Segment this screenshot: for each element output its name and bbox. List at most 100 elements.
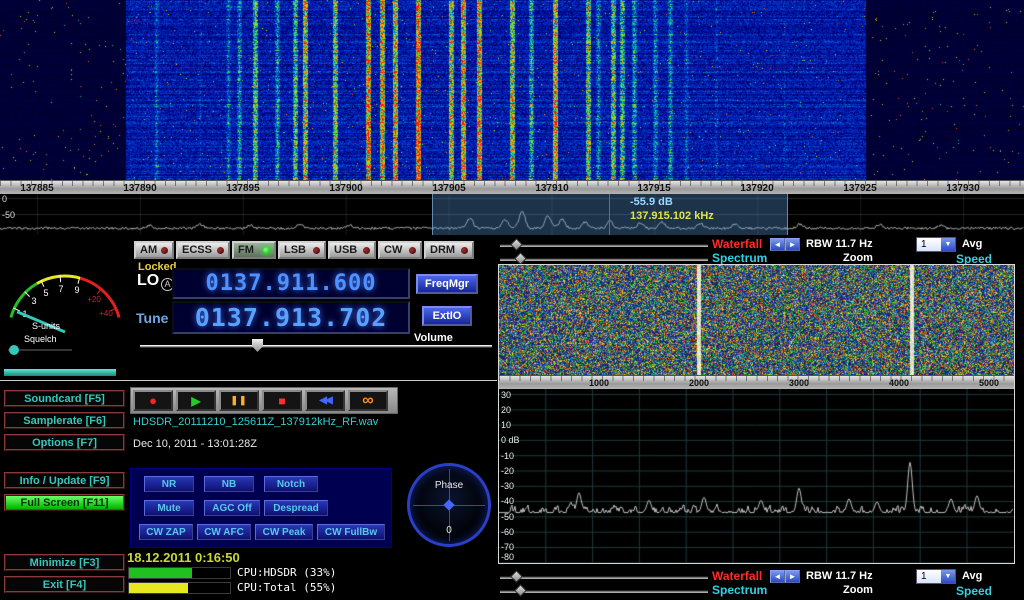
right-display-panel: 1000 2000 3000 4000 5000 30 20 10 0 dB -… bbox=[498, 264, 1015, 564]
audio-frequency-scale[interactable]: 1000 2000 3000 4000 5000 bbox=[499, 375, 1014, 389]
play-button[interactable]: ▶ bbox=[176, 390, 216, 411]
lo-frequency-display[interactable]: 0137.911.600 bbox=[172, 268, 410, 299]
audio-db-label: -50 bbox=[501, 512, 514, 522]
led-icon bbox=[313, 247, 320, 254]
zoom-slider-top[interactable] bbox=[500, 254, 708, 264]
slider-track bbox=[500, 576, 708, 579]
mode-button-ecss[interactable]: ECSS bbox=[176, 241, 230, 259]
dropdown-arrow-icon[interactable]: ▼ bbox=[941, 570, 955, 583]
cpu-hdsdr-bar bbox=[128, 567, 231, 579]
squelch-slider-handle[interactable] bbox=[9, 345, 19, 355]
mode-button-cw[interactable]: CW bbox=[378, 241, 422, 259]
audio-spectrum-display[interactable]: 30 20 10 0 dB -10 -20 -30 -40 -50 -60 -7… bbox=[499, 389, 1014, 563]
freq-scale-label: 137925 bbox=[830, 183, 890, 194]
mode-label: AM bbox=[140, 244, 157, 256]
mode-label: DRM bbox=[430, 244, 455, 256]
loop-button[interactable]: ∞ bbox=[348, 390, 388, 411]
spin-left-icon[interactable]: ◄ bbox=[770, 570, 785, 583]
spectrum-label-bottom[interactable]: Spectrum bbox=[712, 583, 767, 597]
waterfall-adjust-slider-top[interactable] bbox=[500, 240, 708, 250]
audio-freq-label: 4000 bbox=[874, 378, 924, 388]
dropdown-arrow-icon[interactable]: ▼ bbox=[941, 238, 955, 251]
despread-button[interactable]: Despread bbox=[264, 500, 328, 516]
waterfall-label-top[interactable]: Waterfall bbox=[712, 237, 762, 251]
avg-combo-bottom[interactable]: 1 ▼ bbox=[916, 569, 956, 584]
rewind-button[interactable]: ◀◀ bbox=[305, 390, 345, 411]
display-spinner-top[interactable]: ◄ ► bbox=[770, 238, 800, 251]
cpu-total-bar-fill bbox=[129, 583, 188, 593]
audio-freq-label: 3000 bbox=[774, 378, 824, 388]
cursor-frequency-value: 137.915.102 kHz bbox=[630, 209, 714, 223]
waterfall-label-bottom[interactable]: Waterfall bbox=[712, 569, 762, 583]
fullscreen-button[interactable]: Full Screen [F11] bbox=[4, 494, 125, 511]
volume-slider-track[interactable] bbox=[140, 345, 492, 348]
freqmgr-button[interactable]: FreqMgr bbox=[416, 274, 478, 294]
led-icon bbox=[161, 247, 168, 254]
slider-handle[interactable] bbox=[514, 252, 527, 265]
slider-handle[interactable] bbox=[510, 238, 523, 251]
cw-peak-button[interactable]: CW Peak bbox=[255, 524, 313, 540]
spin-left-icon[interactable]: ◄ bbox=[770, 238, 785, 251]
slider-track bbox=[500, 244, 708, 247]
slider-handle[interactable] bbox=[514, 584, 527, 597]
mode-button-am[interactable]: AM bbox=[134, 241, 174, 259]
mode-button-lsb[interactable]: LSB bbox=[278, 241, 326, 259]
samplerate-button[interactable]: Samplerate [F6] bbox=[4, 412, 125, 429]
audio-db-label: 20 bbox=[501, 405, 511, 415]
stop-button[interactable]: ■ bbox=[262, 390, 302, 411]
main-frequency-scale[interactable]: 137885 137890 137895 137900 137905 13791… bbox=[0, 180, 1024, 194]
slider-handle[interactable] bbox=[510, 570, 523, 583]
pause-button[interactable]: ❚❚ bbox=[219, 390, 259, 411]
freq-scale-label: 137885 bbox=[7, 183, 67, 194]
minimize-button[interactable]: Minimize [F3] bbox=[4, 554, 125, 571]
cw-zap-button[interactable]: CW ZAP bbox=[139, 524, 193, 540]
freq-scale-label: 137895 bbox=[213, 183, 273, 194]
slider-track bbox=[500, 590, 708, 593]
tune-frequency-display[interactable]: 0137.913.702 bbox=[172, 301, 410, 334]
cw-fullbw-button[interactable]: CW FullBw bbox=[317, 524, 385, 540]
extio-button[interactable]: ExtIO bbox=[422, 306, 472, 326]
info-update-button[interactable]: Info / Update [F9] bbox=[4, 472, 125, 489]
led-icon bbox=[363, 247, 370, 254]
mode-label: ECSS bbox=[182, 244, 212, 256]
mode-button-drm[interactable]: DRM bbox=[424, 241, 474, 259]
audio-waterfall-display[interactable] bbox=[499, 265, 1014, 375]
zoom-band-highlight[interactable] bbox=[432, 194, 788, 235]
spin-right-icon[interactable]: ► bbox=[785, 570, 800, 583]
cw-afc-button[interactable]: CW AFC bbox=[197, 524, 251, 540]
waterfall-adjust-slider-bottom[interactable] bbox=[500, 572, 708, 582]
smeter-tick-label: +20 bbox=[87, 295, 101, 304]
divider-line bbox=[0, 380, 497, 381]
display-spinner-bottom[interactable]: ◄ ► bbox=[770, 570, 800, 583]
phase-indicator[interactable]: Phase 0 bbox=[407, 463, 491, 547]
notch-button[interactable]: Notch bbox=[264, 476, 318, 492]
main-waterfall-display[interactable] bbox=[0, 0, 1024, 180]
soundcard-button[interactable]: Soundcard [F5] bbox=[4, 390, 125, 407]
mode-label: USB bbox=[334, 244, 357, 256]
avg-combo-value: 1 bbox=[917, 238, 941, 251]
exit-button[interactable]: Exit [F4] bbox=[4, 576, 125, 593]
nb-button[interactable]: NB bbox=[204, 476, 254, 492]
freq-scale-label: 137900 bbox=[316, 183, 376, 194]
volume-slider-handle[interactable] bbox=[252, 339, 263, 352]
avg-combo-value: 1 bbox=[917, 570, 941, 583]
nr-button[interactable]: NR bbox=[144, 476, 194, 492]
mode-button-fm[interactable]: FM bbox=[232, 241, 276, 259]
zoom-label-bottom: Zoom bbox=[843, 584, 873, 596]
mute-button[interactable]: Mute bbox=[144, 500, 194, 516]
audio-db-label: -80 bbox=[501, 552, 514, 562]
avg-combo-top[interactable]: 1 ▼ bbox=[916, 237, 956, 252]
record-button[interactable]: ● bbox=[133, 390, 173, 411]
main-spectrum-display[interactable]: 0 -50 -55.9 dB 137.915.102 kHz bbox=[0, 194, 1024, 235]
dsp-panel: NR NB Notch Mute AGC Off Despread CW ZAP… bbox=[130, 468, 392, 548]
led-icon bbox=[461, 247, 468, 254]
mode-button-usb[interactable]: USB bbox=[328, 241, 376, 259]
options-button[interactable]: Options [F7] bbox=[4, 434, 125, 451]
freq-scale-label: 137905 bbox=[419, 183, 479, 194]
agc-button[interactable]: AGC Off bbox=[204, 500, 260, 516]
zoom-slider-bottom[interactable] bbox=[500, 586, 708, 596]
audio-db-label: 10 bbox=[501, 420, 511, 430]
spectrum-label-top[interactable]: Spectrum bbox=[712, 251, 767, 265]
cursor-readout: -55.9 dB 137.915.102 kHz bbox=[630, 195, 714, 223]
spin-right-icon[interactable]: ► bbox=[785, 238, 800, 251]
